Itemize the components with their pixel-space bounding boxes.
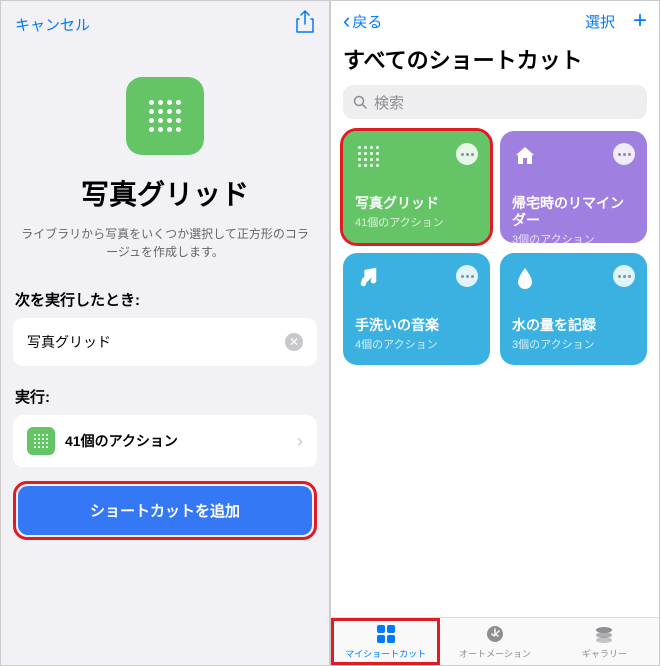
exec-label: 実行: [1, 386, 329, 407]
add-icon[interactable]: + [633, 7, 647, 35]
shortcut-icon-wrap [1, 77, 329, 155]
share-icon[interactable] [295, 10, 315, 39]
more-icon[interactable] [456, 265, 478, 287]
when-value: 写真グリッド [27, 332, 111, 352]
drop-icon [512, 265, 538, 291]
grid-icon [355, 143, 381, 169]
grid-icon [375, 623, 397, 645]
back-button[interactable]: ‹ 戻る [343, 8, 382, 34]
cancel-button[interactable]: キャンセル [15, 14, 90, 35]
card-title: 写真グリッド [355, 195, 478, 212]
exec-value: 41個のアクション [65, 431, 287, 451]
shortcut-card-water[interactable]: 水の量を記録 3個のアクション [500, 253, 647, 365]
when-input-row[interactable]: 写真グリッド ✕ [13, 318, 317, 366]
chevron-right-icon: › [297, 431, 303, 452]
card-subtitle: 3個のアクション [512, 231, 635, 247]
card-subtitle: 4個のアクション [355, 336, 478, 352]
chevron-left-icon: ‹ [343, 8, 350, 34]
select-button[interactable]: 選択 [585, 11, 615, 32]
exec-row[interactable]: 41個のアクション › [13, 415, 317, 467]
card-title: 水の量を記録 [512, 317, 635, 334]
shortcut-description: ライブラリから写真をいくつか選択して正方形のコラージュを作成します。 [19, 225, 311, 261]
page-title: すべてのショートカット [331, 43, 659, 75]
shortcut-title: 写真グリッド [1, 173, 329, 213]
shortcut-card-music[interactable]: 手洗いの音楽 4個のアクション [343, 253, 490, 365]
shortcut-card-reminder[interactable]: 帰宅時のリマインダー 3個のアクション [500, 131, 647, 243]
tab-label: ギャラリー [582, 647, 627, 660]
shortcuts-list-pane: ‹ 戻る 選択 + すべてのショートカット 検索 写真グリッド 41個のアクショ… [330, 0, 660, 666]
shortcuts-grid: 写真グリッド 41個のアクション 帰宅時のリマインダー 3個のアクション 手洗い… [331, 119, 659, 377]
more-icon[interactable] [456, 143, 478, 165]
tab-bar: マイショートカット オートメーション ギャラリー [331, 617, 659, 665]
card-title: 手洗いの音楽 [355, 317, 478, 334]
stack-icon [593, 623, 615, 645]
tab-my-shortcuts[interactable]: マイショートカット [331, 618, 440, 665]
tab-gallery[interactable]: ギャラリー [550, 618, 659, 665]
music-icon [355, 265, 381, 291]
left-header: キャンセル [1, 1, 329, 47]
grid-icon [126, 77, 204, 155]
card-subtitle: 3個のアクション [512, 336, 635, 352]
card-subtitle: 41個のアクション [355, 214, 478, 230]
when-label: 次を実行したとき: [1, 289, 329, 310]
clock-icon [484, 623, 506, 645]
card-title: 帰宅時のリマインダー [512, 195, 635, 229]
shortcut-detail-pane: キャンセル 写真グリッド ライブラリから写真をいくつか選択して正方形のコラージュ… [0, 0, 330, 666]
search-input[interactable]: 検索 [343, 85, 647, 119]
tab-label: マイショートカット [345, 647, 426, 660]
grid-icon [27, 427, 55, 455]
clear-icon[interactable]: ✕ [285, 333, 303, 351]
add-shortcut-button[interactable]: ショートカットを追加 [18, 486, 312, 535]
search-placeholder: 検索 [374, 92, 404, 113]
tab-label: オートメーション [459, 647, 531, 660]
more-icon[interactable] [613, 265, 635, 287]
more-icon[interactable] [613, 143, 635, 165]
house-icon [512, 143, 538, 169]
search-icon [353, 95, 368, 110]
right-header: ‹ 戻る 選択 + [331, 1, 659, 41]
add-button-highlight: ショートカットを追加 [13, 481, 317, 540]
tab-automation[interactable]: オートメーション [440, 618, 549, 665]
shortcut-card-photo-grid[interactable]: 写真グリッド 41個のアクション [343, 131, 490, 243]
back-label: 戻る [352, 11, 382, 32]
